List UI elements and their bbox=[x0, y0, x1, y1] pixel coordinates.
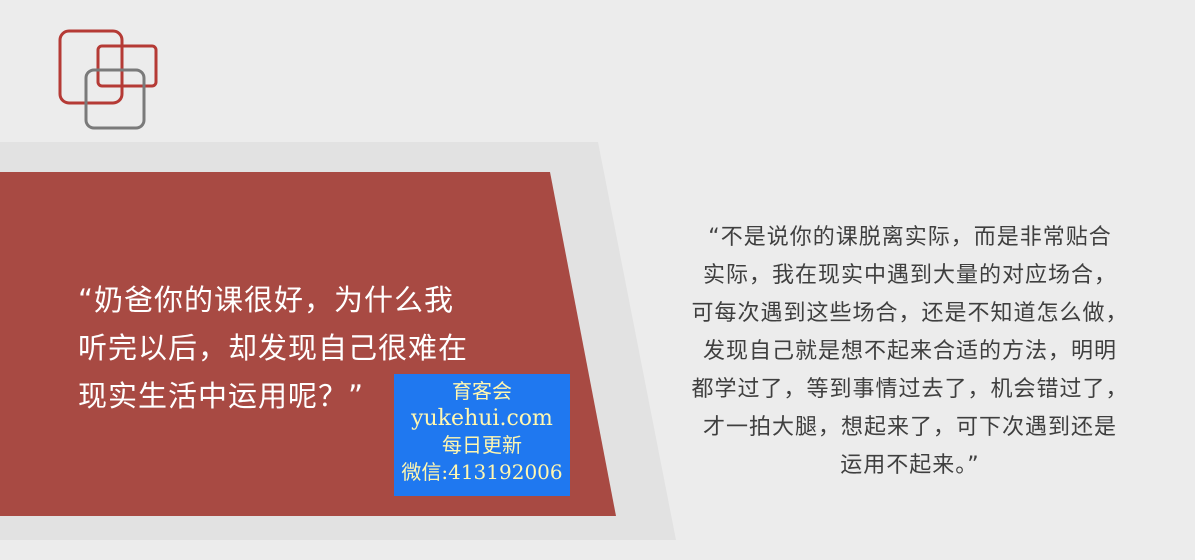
feedback-line: 可每次遇到这些场合，还是不知道怎么做， bbox=[691, 301, 1129, 326]
watermark-site: yukehui.com bbox=[411, 406, 553, 431]
watermark-badge: 育客会 yukehui.com 每日更新 微信:413192006 bbox=[394, 374, 570, 496]
feedback-line: 才一拍大腿，想起来了，可下次遇到还是 bbox=[702, 415, 1117, 440]
watermark-update: 每日更新 bbox=[442, 433, 522, 457]
feedback-line: 都学过了，等到事情过去了，机会错过了， bbox=[691, 377, 1129, 402]
student-feedback-quote: “不是说你的课脱离实际，而是非常贴合 实际，我在现实中遇到大量的对应场合， 可每… bbox=[660, 219, 1160, 485]
watermark-wechat: 微信:413192006 bbox=[401, 460, 563, 484]
logo-squares-icon bbox=[55, 28, 165, 138]
watermark-brand: 育客会 bbox=[452, 379, 512, 403]
feedback-line: “不是说你的课脱离实际，而是非常贴合 bbox=[708, 225, 1112, 250]
feedback-line: 发现自己就是想不起来合适的方法，明明 bbox=[702, 339, 1117, 364]
feedback-line: 运用不起来。” bbox=[840, 453, 980, 478]
feedback-line: 实际，我在现实中遇到大量的对应场合， bbox=[702, 263, 1117, 288]
